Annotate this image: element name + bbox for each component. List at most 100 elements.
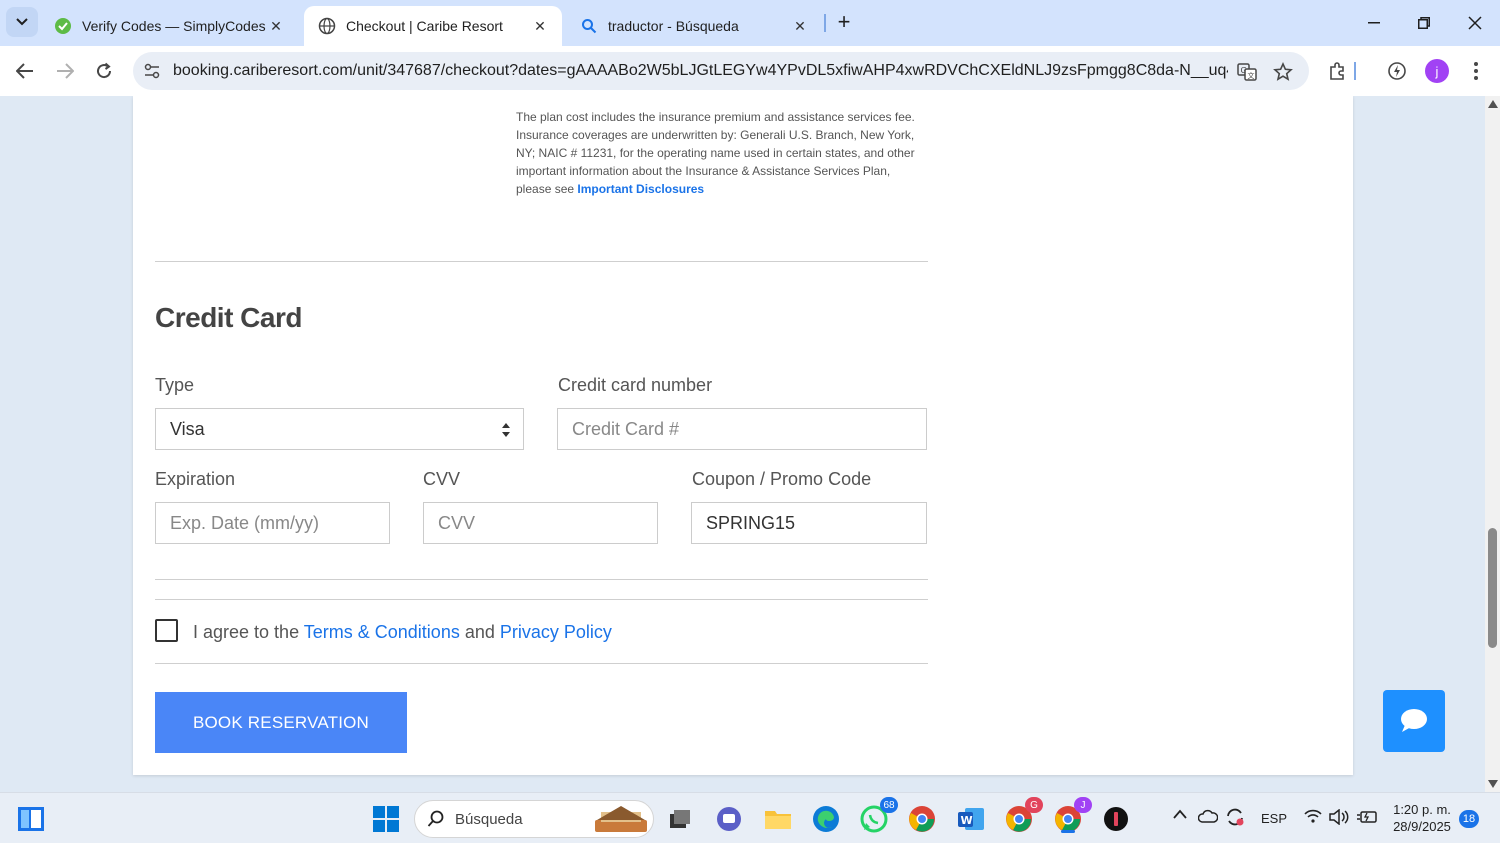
app-icon[interactable] bbox=[1100, 803, 1132, 835]
arrow-left-icon bbox=[16, 63, 33, 79]
card-number-input[interactable]: Credit Card # bbox=[557, 408, 927, 450]
site-settings-icon[interactable] bbox=[143, 62, 161, 80]
globe-icon bbox=[318, 17, 336, 35]
page-viewport: The plan cost includes the insurance pre… bbox=[0, 96, 1500, 792]
wifi-icon[interactable] bbox=[1304, 809, 1322, 826]
scroll-up-arrow[interactable] bbox=[1488, 100, 1498, 108]
chevron-up-icon[interactable] bbox=[1173, 807, 1187, 822]
arrow-right-icon bbox=[57, 63, 74, 79]
disclosure-text: The plan cost includes the insurance pre… bbox=[516, 110, 915, 196]
close-icon[interactable]: ✕ bbox=[266, 16, 286, 36]
start-icon[interactable] bbox=[370, 803, 402, 835]
url-text: booking.cariberesort.com/unit/347687/che… bbox=[173, 62, 1228, 79]
file-explorer-icon[interactable] bbox=[762, 803, 794, 835]
card-number-placeholder: Credit Card # bbox=[572, 418, 680, 439]
agreement-text: I agree to the Terms & Conditions and Pr… bbox=[193, 622, 612, 643]
tab-checkout[interactable]: Checkout | Caribe Resort ✕ bbox=[304, 6, 562, 46]
chrome-profile-j-icon[interactable]: J bbox=[1052, 797, 1092, 835]
coupon-value: SPRING15 bbox=[706, 512, 796, 533]
svg-text:文: 文 bbox=[1248, 71, 1255, 80]
new-tab-button[interactable]: + bbox=[832, 9, 856, 34]
language-indicator[interactable]: ESP bbox=[1261, 811, 1287, 826]
chrome-profile-g-icon[interactable]: G bbox=[1003, 797, 1043, 835]
expiration-placeholder: Exp. Date (mm/yy) bbox=[170, 512, 320, 533]
card-type-select[interactable]: Visa bbox=[155, 408, 524, 450]
reload-icon bbox=[97, 62, 112, 79]
important-disclosures-link[interactable]: Important Disclosures bbox=[577, 182, 704, 196]
address-bar[interactable]: booking.cariberesort.com/unit/347687/che… bbox=[133, 52, 1309, 90]
widgets-icon[interactable] bbox=[15, 803, 47, 835]
chat-bubble-icon bbox=[1401, 709, 1427, 732]
divider bbox=[155, 261, 928, 262]
coupon-input[interactable]: SPRING15 bbox=[691, 502, 927, 544]
translate-icon[interactable]: G文 bbox=[1236, 61, 1258, 83]
tab-title: Checkout | Caribe Resort bbox=[346, 18, 503, 34]
scroll-down-arrow[interactable] bbox=[1488, 780, 1498, 788]
clock-time: 1:20 p. m. bbox=[1393, 802, 1451, 817]
sync-icon[interactable] bbox=[1225, 807, 1245, 830]
restore-icon bbox=[1418, 17, 1430, 29]
credit-card-heading: Credit Card bbox=[155, 302, 302, 333]
close-icon bbox=[1468, 16, 1482, 30]
checkout-card: The plan cost includes the insurance pre… bbox=[133, 96, 1353, 775]
agreement-middle: and bbox=[459, 622, 500, 642]
scroll-thumb[interactable] bbox=[1488, 528, 1497, 648]
back-button[interactable] bbox=[10, 56, 40, 86]
chrome-g-badge: G bbox=[1025, 797, 1043, 813]
cvv-input[interactable]: CVV bbox=[423, 502, 658, 544]
select-arrows-icon bbox=[502, 423, 510, 437]
close-window-button[interactable] bbox=[1455, 8, 1495, 38]
performance-icon[interactable] bbox=[1384, 58, 1410, 84]
toolbar-separator bbox=[1354, 62, 1356, 80]
tab-title: Verify Codes — SimplyCodes bbox=[82, 18, 266, 34]
insurance-disclosure: The plan cost includes the insurance pre… bbox=[516, 108, 926, 198]
profile-avatar[interactable]: j bbox=[1425, 59, 1449, 83]
forward-button[interactable] bbox=[50, 56, 80, 86]
svg-text:W: W bbox=[961, 814, 973, 827]
tab-verify-codes[interactable]: Verify Codes — SimplyCodes ✕ bbox=[40, 6, 298, 46]
cvv-label: CVV bbox=[423, 469, 461, 489]
active-app-indicator bbox=[1061, 830, 1075, 833]
onedrive-icon[interactable] bbox=[1197, 809, 1219, 826]
privacy-link[interactable]: Privacy Policy bbox=[500, 622, 612, 642]
expiration-input[interactable]: Exp. Date (mm/yy) bbox=[155, 502, 390, 544]
whatsapp-icon[interactable]: 68 bbox=[858, 797, 898, 835]
menu-icon[interactable] bbox=[1463, 58, 1489, 84]
notification-badge[interactable]: 18 bbox=[1459, 810, 1479, 828]
windows-taskbar: Búsqueda 68 W G J ESP 1:20 p. m. 28/9/20… bbox=[0, 792, 1500, 843]
extensions-icon[interactable] bbox=[1325, 58, 1351, 84]
simplycodes-icon bbox=[54, 17, 72, 35]
coupon-label: Coupon / Promo Code bbox=[692, 469, 872, 489]
type-label: Type bbox=[155, 375, 195, 395]
search-icon bbox=[580, 17, 598, 35]
cvv-placeholder: CVV bbox=[438, 512, 476, 533]
whatsapp-badge: 68 bbox=[880, 797, 898, 813]
terms-link[interactable]: Terms & Conditions bbox=[304, 622, 460, 642]
chevron-down-icon bbox=[16, 18, 28, 26]
battery-icon[interactable] bbox=[1356, 809, 1378, 828]
search-icon bbox=[427, 810, 444, 827]
book-reservation-button[interactable]: BOOK RESERVATION bbox=[155, 692, 407, 753]
restore-button[interactable] bbox=[1404, 8, 1444, 38]
divider bbox=[155, 579, 928, 580]
task-view-icon[interactable] bbox=[664, 803, 696, 835]
tab-traductor[interactable]: traductor - Búsqueda ✕ bbox=[566, 6, 822, 46]
edge-icon[interactable] bbox=[810, 803, 842, 835]
taskbar-search[interactable]: Búsqueda bbox=[414, 800, 654, 838]
star-icon[interactable] bbox=[1272, 61, 1294, 83]
chat-button[interactable] bbox=[1383, 690, 1445, 752]
system-clock[interactable]: 1:20 p. m. 28/9/2025 bbox=[1388, 801, 1456, 835]
teams-icon[interactable] bbox=[713, 803, 745, 835]
minimize-icon bbox=[1368, 22, 1380, 24]
minimize-button[interactable] bbox=[1354, 8, 1394, 38]
agree-checkbox[interactable] bbox=[155, 619, 178, 642]
page-scrollbar[interactable] bbox=[1485, 96, 1500, 792]
reload-button[interactable] bbox=[89, 56, 119, 86]
tab-search-button[interactable] bbox=[6, 7, 38, 37]
chrome-icon[interactable] bbox=[906, 803, 938, 835]
close-icon[interactable]: ✕ bbox=[530, 16, 550, 36]
close-icon[interactable]: ✕ bbox=[790, 16, 810, 36]
volume-icon[interactable] bbox=[1329, 808, 1349, 828]
card-number-label: Credit card number bbox=[558, 375, 713, 395]
word-icon[interactable]: W bbox=[955, 803, 987, 835]
